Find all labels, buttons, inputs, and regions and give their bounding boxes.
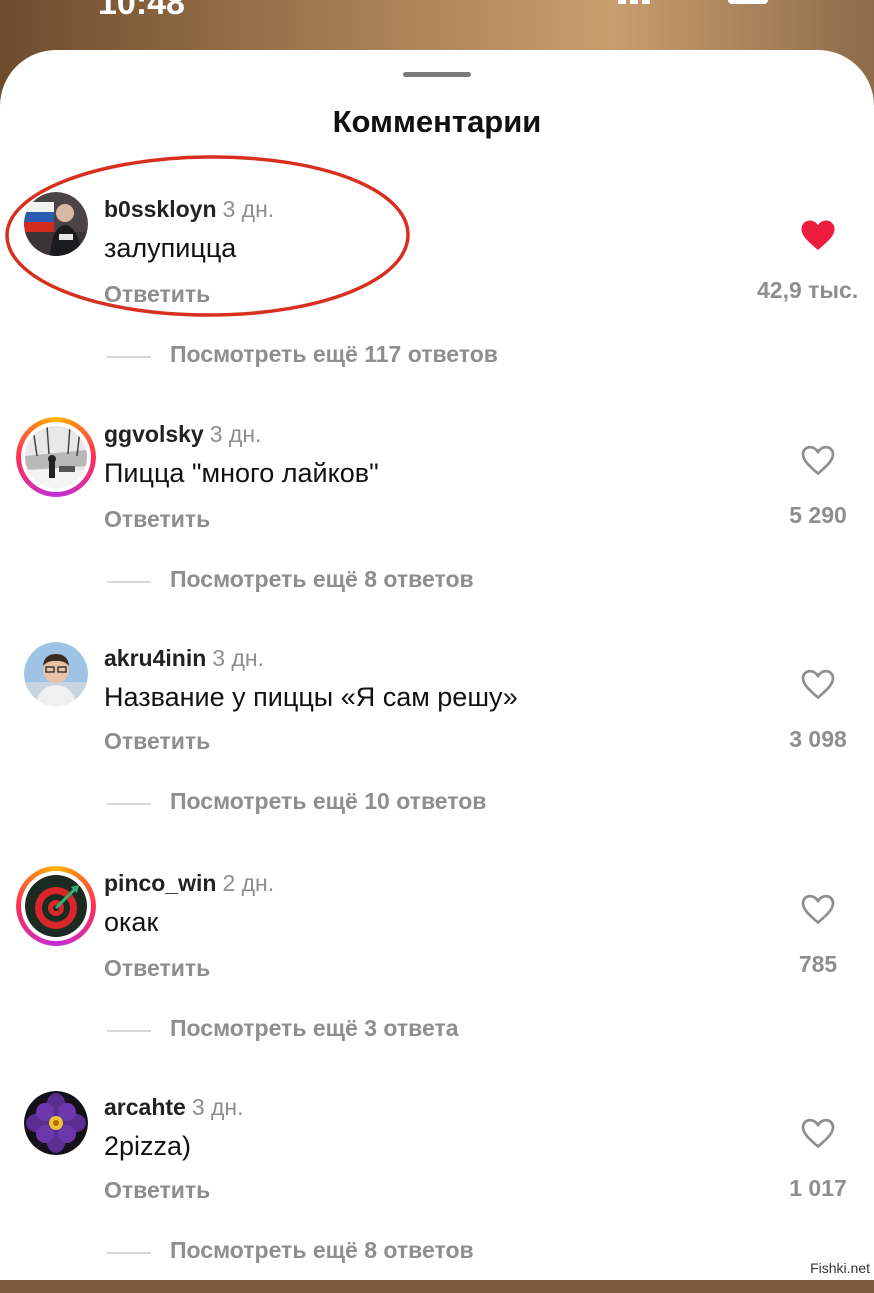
sheet-title: Комментарии bbox=[332, 104, 542, 139]
replies-divider bbox=[107, 356, 151, 358]
heart-outline-icon[interactable] bbox=[800, 892, 836, 926]
view-replies-label: Посмотреть ещё 8 ответов bbox=[170, 566, 474, 592]
comment-item: arcahte 3 дн. 2pizza) Ответить 1 017 Посм… bbox=[0, 1091, 874, 1293]
comment-item: akru4inin 3 дн. Название у пиццы «Я сам р… bbox=[0, 642, 874, 844]
replies-divider bbox=[107, 803, 151, 805]
replies-divider bbox=[107, 1030, 151, 1032]
comment-text: окак bbox=[104, 907, 159, 937]
heart-outline-icon[interactable] bbox=[800, 1116, 836, 1150]
like-count: 3 098 bbox=[789, 726, 847, 752]
comment-meta: pinco_win 2 дн. bbox=[104, 869, 274, 897]
replies-divider bbox=[107, 581, 151, 583]
reply-button[interactable]: Ответить bbox=[104, 506, 210, 533]
comment-age: 3 дн. bbox=[212, 645, 264, 671]
reply-button[interactable]: Ответить bbox=[104, 955, 210, 982]
comment-username[interactable]: ggvolsky bbox=[104, 421, 204, 447]
profile-photo-icon bbox=[24, 642, 88, 706]
comment-age: 3 дн. bbox=[209, 421, 262, 447]
view-replies-label: Посмотреть ещё 3 ответа bbox=[170, 1015, 459, 1041]
comment-text: Пицца "много лайков" bbox=[104, 458, 379, 488]
comment-age: 2 дн. bbox=[222, 870, 275, 896]
like-count: 5 290 bbox=[789, 502, 847, 528]
target-logo-icon bbox=[25, 875, 87, 937]
comment-item: pinco_win 2 дн. окак Ответить 785 Посмотр… bbox=[0, 866, 874, 1069]
comment-text: 2pizza) bbox=[104, 1131, 192, 1161]
like-count: 1 017 bbox=[789, 1175, 847, 1201]
comment-username[interactable]: akru4inin bbox=[104, 645, 206, 671]
sheet-drag-handle[interactable] bbox=[403, 72, 471, 77]
signal-bar-icon bbox=[618, 0, 626, 4]
comment-age: 3 дн. bbox=[191, 1094, 244, 1120]
view-replies-label: Посмотреть ещё 10 ответов bbox=[170, 788, 487, 814]
signal-bar-icon bbox=[630, 0, 638, 4]
view-replies-label: Посмотреть ещё 117 ответов bbox=[170, 341, 498, 367]
signal-bar-icon bbox=[642, 0, 650, 4]
heart-outline-icon[interactable] bbox=[800, 443, 836, 477]
watermark: Fishki.net bbox=[810, 1260, 870, 1276]
like-count: 42,9 тыс. bbox=[757, 277, 859, 303]
comment-username[interactable]: pinco_win bbox=[104, 870, 216, 896]
comment-item: ggvolsky 3 дн. Пицца "много лайков" Ответ… bbox=[0, 417, 874, 620]
heart-outline-icon[interactable] bbox=[800, 667, 836, 701]
status-bar-icons bbox=[618, 0, 798, 6]
comment-username[interactable]: arcahte bbox=[104, 1094, 186, 1120]
view-replies-label: Посмотреть ещё 8 ответов bbox=[170, 1237, 474, 1263]
heart-filled-icon[interactable] bbox=[800, 218, 836, 252]
annotation-ellipse bbox=[5, 155, 410, 317]
comment-meta: arcahte 3 дн. bbox=[104, 1093, 244, 1121]
like-count: 785 bbox=[798, 951, 838, 977]
avatar[interactable] bbox=[16, 417, 96, 497]
profile-photo-icon bbox=[25, 426, 87, 488]
avatar[interactable] bbox=[24, 1091, 88, 1155]
status-bar-time: 10:48 bbox=[98, 0, 185, 22]
reply-button[interactable]: Ответить bbox=[104, 1177, 210, 1204]
comment-meta: ggvolsky 3 дн. bbox=[104, 420, 261, 448]
avatar[interactable] bbox=[16, 866, 96, 946]
battery-icon bbox=[728, 0, 769, 4]
reply-button[interactable]: Ответить bbox=[104, 728, 210, 755]
replies-divider bbox=[107, 1252, 151, 1254]
comment-text: Название у пиццы «Я сам решу» bbox=[104, 682, 518, 712]
comment-meta: akru4inin 3 дн. bbox=[104, 644, 264, 672]
flower-icon bbox=[24, 1091, 88, 1155]
avatar[interactable] bbox=[24, 642, 88, 706]
